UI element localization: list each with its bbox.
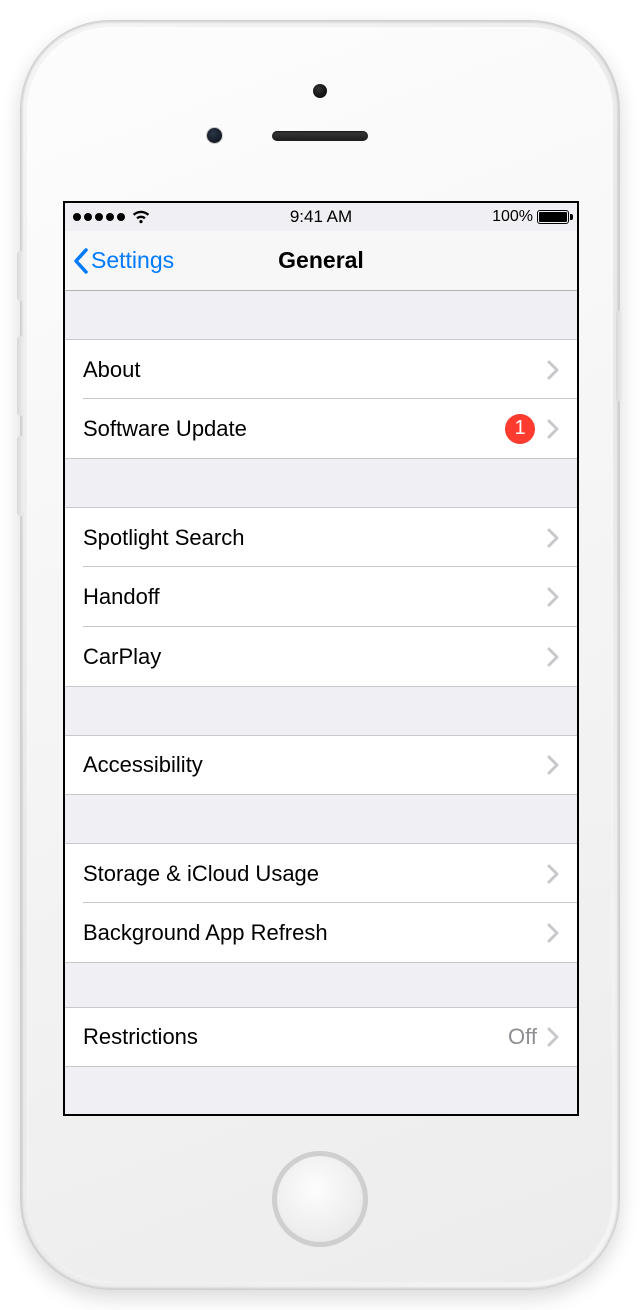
row-background-app-refresh[interactable]: Background App Refresh: [65, 903, 577, 963]
status-bar: 9:41 AM 100%: [65, 203, 577, 231]
earpiece-speaker: [272, 131, 368, 141]
chevron-right-icon: [547, 528, 559, 548]
row-label: Background App Refresh: [83, 920, 547, 946]
row-about[interactable]: About: [65, 339, 577, 399]
top-sensor: [313, 84, 327, 98]
settings-list[interactable]: About Software Update 1 Spotlight Search: [65, 291, 577, 1067]
row-storage-icloud-usage[interactable]: Storage & iCloud Usage: [65, 843, 577, 903]
row-carplay[interactable]: CarPlay: [65, 627, 577, 687]
chevron-right-icon: [547, 647, 559, 667]
row-restrictions[interactable]: Restrictions Off: [65, 1007, 577, 1067]
power-button: [616, 311, 623, 401]
chevron-right-icon: [547, 755, 559, 775]
row-handoff[interactable]: Handoff: [65, 567, 577, 627]
row-label: Accessibility: [83, 752, 547, 778]
group-separator: [65, 459, 577, 507]
row-label: About: [83, 357, 547, 383]
volume-up-button: [17, 336, 24, 416]
notification-badge: 1: [505, 414, 535, 444]
row-spotlight-search[interactable]: Spotlight Search: [65, 507, 577, 567]
chevron-right-icon: [547, 1027, 559, 1047]
row-label: Restrictions: [83, 1024, 508, 1050]
row-accessibility[interactable]: Accessibility: [65, 735, 577, 795]
chevron-right-icon: [547, 419, 559, 439]
group-separator: [65, 291, 577, 339]
battery-percent: 100%: [492, 208, 533, 226]
back-label: Settings: [91, 247, 174, 274]
volume-down-button: [17, 436, 24, 516]
group-separator: [65, 963, 577, 1007]
chevron-right-icon: [547, 864, 559, 884]
home-button[interactable]: [272, 1151, 368, 1247]
row-label: CarPlay: [83, 644, 547, 670]
row-label: Storage & iCloud Usage: [83, 861, 547, 887]
signal-strength-icon: [73, 213, 125, 221]
chevron-left-icon: [73, 248, 89, 274]
wifi-icon: [131, 210, 151, 224]
status-right: 100%: [492, 208, 569, 226]
row-label: Spotlight Search: [83, 525, 547, 551]
group-separator: [65, 687, 577, 735]
battery-icon: [537, 210, 569, 224]
row-detail-value: Off: [508, 1024, 537, 1050]
group-separator: [65, 795, 577, 843]
chevron-right-icon: [547, 360, 559, 380]
row-label: Handoff: [83, 584, 547, 610]
row-label: Software Update: [83, 416, 505, 442]
front-camera: [206, 127, 223, 144]
chevron-right-icon: [547, 923, 559, 943]
row-software-update[interactable]: Software Update 1: [65, 399, 577, 459]
mute-switch: [17, 251, 24, 301]
chevron-right-icon: [547, 587, 559, 607]
status-left: [73, 210, 151, 224]
nav-bar: Settings General: [65, 231, 577, 291]
back-button[interactable]: Settings: [73, 247, 174, 274]
phone-frame: 9:41 AM 100% Settings General: [20, 20, 620, 1290]
screen: 9:41 AM 100% Settings General: [63, 201, 579, 1116]
